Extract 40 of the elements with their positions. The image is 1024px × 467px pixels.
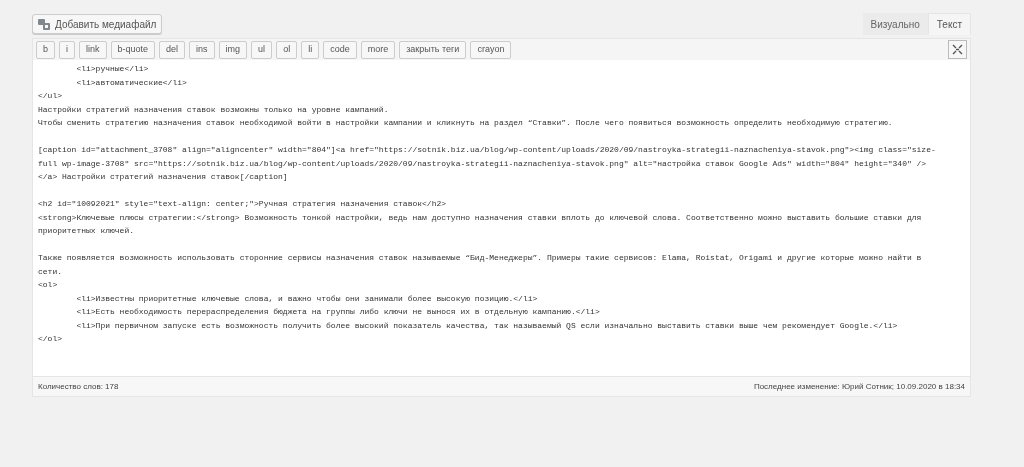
- code-line: </a> Настройки стратегий назначения ставок[/caption]: [38, 171, 288, 183]
- code-line: <li>ручные</li>: [75, 63, 149, 75]
- fullscreen-button[interactable]: [948, 40, 967, 59]
- code-line: <ol>: [38, 279, 58, 291]
- editor-tab[interactable]: Текст: [927, 13, 971, 35]
- format-button[interactable]: img: [218, 40, 248, 59]
- code-line: </ul>: [38, 90, 62, 102]
- code-line: <li>автоматические</li>: [75, 76, 187, 89]
- format-button[interactable]: link: [79, 40, 107, 59]
- code-line: </ol>: [38, 333, 62, 345]
- format-button[interactable]: ol: [276, 40, 298, 59]
- editor-tab[interactable]: Визуально: [862, 13, 928, 35]
- code-line: <strong>Ключевые плюсы стратегии:</strong> Возможность тонкой настройки, ведь нам доступно назначения ставки вплоть до ключевой слова. Соответственно можно выставить большие ставки для: [38, 211, 922, 224]
- format-button[interactable]: i: [59, 40, 75, 59]
- format-button[interactable]: del: [159, 40, 186, 59]
- code-line: <li>Есть необходимость перераспределения бюджета на группы либо ключи не вынося их в отдельную кампанию.</li>: [75, 306, 600, 318]
- add-media-button[interactable]: Добавить медиафайл: [32, 14, 163, 34]
- format-button[interactable]: crayon: [470, 40, 512, 59]
- code-line: приоритетных ключей.: [38, 225, 134, 237]
- word-count: Количество слов: 178: [38, 380, 119, 393]
- format-button[interactable]: ins: [189, 40, 215, 59]
- format-button[interactable]: b: [36, 40, 55, 59]
- code-line: <li>При первичном запуске есть возможность получить более высокий показатель качества, так называемый QS если изначально выставить ставки выше чем рекомендует Google.</li>: [75, 319, 898, 332]
- code-line: сети.: [38, 265, 62, 278]
- format-button[interactable]: ul: [251, 40, 273, 59]
- format-button[interactable]: code: [323, 40, 357, 59]
- code-line: Также появляется возможность использовать сторонние сервисы назначения ставок называемые “Бид-Менеджеры”. Примеры такие сервисов: Elama, Roistat, Origami и другие которые можно найти в: [38, 252, 922, 264]
- format-button[interactable]: b-quote: [110, 40, 156, 59]
- code-line: <h2 id="10092021" style="text-align: center;">Ручная стратегия назначения ставок</h2>: [38, 198, 447, 210]
- format-button[interactable]: more: [360, 40, 396, 59]
- last-edit-info: Последнее изменение: Юрий Сотник; 10.09.2020 в 18:34: [753, 380, 965, 393]
- format-button[interactable]: li: [301, 40, 320, 59]
- code-line: <li>Известны приоритетные ключевые слова, и важно чтобы они занимали более высокую позицию.</li>: [75, 292, 538, 305]
- code-line: Чтобы сменить стратегию назначения ставок необходимой войти в настройки кампании и кликнуть на раздел “Ставки”. После чего появиться возможность определить необходимую стратегию.: [38, 117, 893, 129]
- format-button[interactable]: закрыть теги: [399, 40, 467, 59]
- code-line: full wp-image-3708" src="https://sotnik.biz.ua/blog/wp-content/uploads/2020/09/nastroyka-strategii-naznacheniya-stavok.png" alt="настройка ставок Google Ads" width="804" height="340" />: [38, 157, 927, 170]
- code-line: Настройки стратегий назначения ставок возможны только на уровне кампаний.: [38, 103, 389, 116]
- code-line: [caption id="attachment_3708" align="aligncenter" width="804"]<a href="https://sotnik.biz.ua/blog/wp-content/uploads/2020/09/nastroyka-strategii-naznacheniya-stavok.png"><img class="size-: [38, 144, 936, 156]
- fullscreen-icon: [952, 44, 963, 55]
- media-icon: [38, 18, 51, 30]
